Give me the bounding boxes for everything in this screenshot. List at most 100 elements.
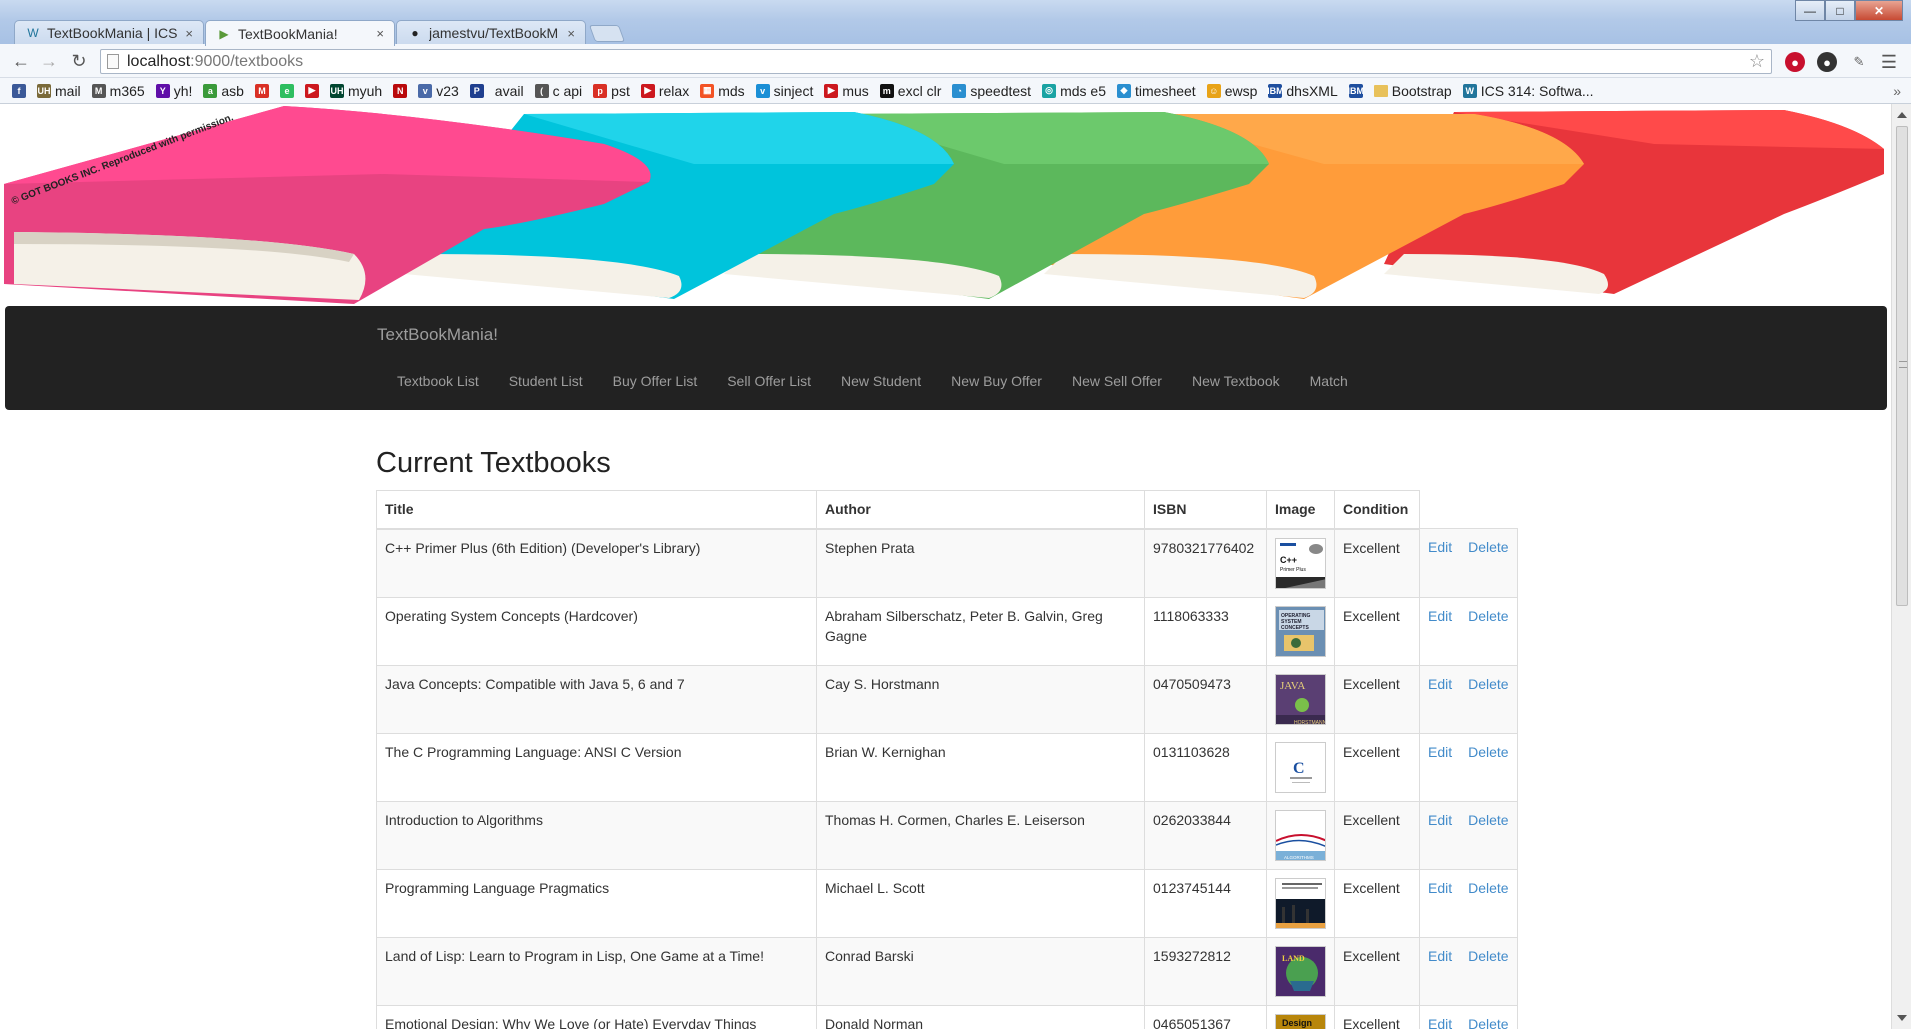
menu-icon[interactable]: ☰	[1879, 52, 1899, 72]
browser-tab[interactable]: ▶ TextBookMania! ×	[205, 20, 395, 46]
bookmark-item[interactable]: Bootstrap	[1373, 83, 1452, 99]
browser-tab[interactable]: W TextBookMania | ICS ×	[14, 20, 204, 45]
bookmark-item[interactable]: ◆ timesheet	[1117, 83, 1196, 99]
bookmark-item[interactable]: P	[469, 83, 484, 98]
bookmark-item[interactable]: ▶	[304, 83, 319, 98]
nav-link-textbook-list[interactable]: Textbook List	[397, 373, 479, 389]
bookmark-item[interactable]: ☺ ewsp	[1206, 83, 1257, 99]
bookmark-item[interactable]: v v23	[418, 83, 459, 99]
bookmark-item[interactable]: ▶ mus	[824, 83, 869, 99]
book-image-cell: C++ Primer Plus	[1266, 528, 1335, 598]
svg-text:C: C	[1293, 760, 1305, 777]
bookmark-item[interactable]: IBM dhsXML	[1267, 83, 1338, 99]
book-title-cell: Programming Language Pragmatics	[376, 868, 817, 938]
delete-link[interactable]: Delete	[1460, 528, 1518, 598]
bookmark-item[interactable]: W ICS 314: Softwa...	[1462, 83, 1594, 99]
close-tab-icon[interactable]: ×	[376, 26, 384, 41]
close-window-button[interactable]: ✕	[1855, 0, 1903, 21]
nav-link-student-list[interactable]: Student List	[509, 373, 583, 389]
svg-text:CONCEPTS: CONCEPTS	[1281, 625, 1309, 631]
nav-link-match[interactable]: Match	[1310, 373, 1348, 389]
close-tab-icon[interactable]: ×	[185, 26, 193, 41]
delete-link[interactable]: Delete	[1460, 800, 1518, 870]
address-bar[interactable]: localhost:9000/textbooks ☆	[100, 49, 1772, 74]
delete-link[interactable]: Delete	[1460, 868, 1518, 938]
browser-tab[interactable]: ● jamestvu/TextBookM ×	[396, 20, 586, 45]
edit-link[interactable]: Edit	[1419, 936, 1461, 1006]
book-isbn-cell: 0262033844	[1144, 800, 1267, 870]
speedtest-icon: ◔	[952, 83, 967, 98]
nav-link-new-student[interactable]: New Student	[841, 373, 921, 389]
bookmark-item[interactable]: ◎ mds e5	[1042, 83, 1106, 99]
bookmark-label: relax	[658, 82, 690, 99]
scroll-down-arrow-icon[interactable]	[1897, 1015, 1907, 1021]
table-row: C++ Primer Plus (6th Edition) (Developer…	[376, 528, 1518, 598]
wrench-icon[interactable]: ✎	[1849, 52, 1869, 72]
bookmark-item[interactable]: N	[393, 83, 408, 98]
bookmark-item[interactable]: f	[12, 83, 26, 98]
nav-link-new-buy-offer[interactable]: New Buy Offer	[951, 373, 1042, 389]
bookmark-label: speedtest	[970, 82, 1032, 99]
bookmark-item[interactable]: v sinject	[755, 83, 813, 99]
adblock-icon[interactable]: ●	[1785, 52, 1805, 72]
book-image-cell	[1266, 868, 1335, 938]
scroll-up-arrow-icon[interactable]	[1897, 112, 1907, 118]
book-cover-image: ALGORITHMS	[1275, 809, 1326, 861]
site-navbar: TextBookMania! Textbook List Student List…	[5, 306, 1887, 410]
bookmark-item[interactable]: m excl clr	[879, 83, 941, 99]
minimize-button[interactable]: —	[1795, 0, 1825, 21]
bookmark-item[interactable]: M	[254, 83, 269, 98]
bookmarks-overflow-icon[interactable]: »	[1893, 83, 1901, 99]
bookmark-label: m365	[109, 82, 145, 99]
edit-link[interactable]: Edit	[1419, 1004, 1461, 1029]
edit-link[interactable]: Edit	[1419, 664, 1461, 734]
github-icon: ●	[411, 26, 419, 40]
maximize-button[interactable]: □	[1825, 0, 1855, 21]
wordpress-icon: W	[27, 26, 39, 40]
nav-link-sell-offer-list[interactable]: Sell Offer List	[727, 373, 811, 389]
bookmark-item[interactable]: avail	[495, 83, 524, 99]
header-banner: © GOT BOOKS INC. Reproduced with permiss…	[4, 104, 1887, 304]
bookmark-item[interactable]: IBM	[1348, 83, 1364, 98]
close-tab-icon[interactable]: ×	[567, 26, 575, 41]
delete-link[interactable]: Delete	[1460, 732, 1518, 802]
bookmark-item[interactable]: p pst	[593, 83, 630, 99]
reload-icon[interactable]: ↻	[68, 50, 90, 72]
edit-link[interactable]: Edit	[1419, 596, 1461, 666]
delete-link[interactable]: Delete	[1460, 664, 1518, 734]
forward-arrow-icon[interactable]: →	[38, 50, 60, 72]
bookmark-item[interactable]: a asb	[203, 83, 244, 99]
edit-link[interactable]: Edit	[1419, 528, 1461, 598]
evernote-icon: e	[279, 83, 294, 98]
delete-link[interactable]: Delete	[1460, 1004, 1518, 1029]
bookmark-label: avail	[494, 82, 524, 99]
windows-icon: ▦	[700, 83, 715, 98]
edit-link[interactable]: Edit	[1419, 868, 1461, 938]
table-row: Java Concepts: Compatible with Java 5, 6…	[376, 664, 1518, 734]
nav-link-new-textbook[interactable]: New Textbook	[1192, 373, 1280, 389]
edit-link[interactable]: Edit	[1419, 732, 1461, 802]
book-author-cell: Abraham Silberschatz, Peter B. Galvin, G…	[816, 596, 1145, 666]
nav-link-new-sell-offer[interactable]: New Sell Offer	[1072, 373, 1162, 389]
bookmark-star-icon[interactable]: ☆	[1749, 50, 1765, 73]
nav-link-buy-offer-list[interactable]: Buy Offer List	[613, 373, 698, 389]
bookmark-item[interactable]: ◔ speedtest	[952, 83, 1031, 99]
book-image-cell: LAND	[1266, 936, 1335, 1006]
book-image-cell: Design	[1266, 1004, 1335, 1029]
bookmark-item[interactable]: (c api	[534, 83, 582, 99]
delete-link[interactable]: Delete	[1460, 596, 1518, 666]
back-arrow-icon[interactable]: ←	[10, 50, 32, 72]
bookmark-item[interactable]: ▦ mds	[700, 83, 745, 99]
extension-icon[interactable]: ●	[1817, 52, 1837, 72]
bookmark-item[interactable]: e	[279, 83, 294, 98]
new-tab-button[interactable]	[588, 25, 626, 42]
bookmark-item[interactable]: UH myuh	[329, 83, 382, 99]
site-brand[interactable]: TextBookMania!	[377, 325, 498, 345]
page-scrollbar[interactable]	[1891, 104, 1911, 1029]
bookmark-item[interactable]: ▶ relax	[640, 82, 690, 99]
bookmark-item[interactable]: Yyh!	[155, 83, 192, 99]
delete-link[interactable]: Delete	[1460, 936, 1518, 1006]
bookmark-item[interactable]: UH mail	[37, 83, 81, 99]
edit-link[interactable]: Edit	[1419, 800, 1461, 870]
bookmark-item[interactable]: Mm365	[91, 82, 145, 99]
